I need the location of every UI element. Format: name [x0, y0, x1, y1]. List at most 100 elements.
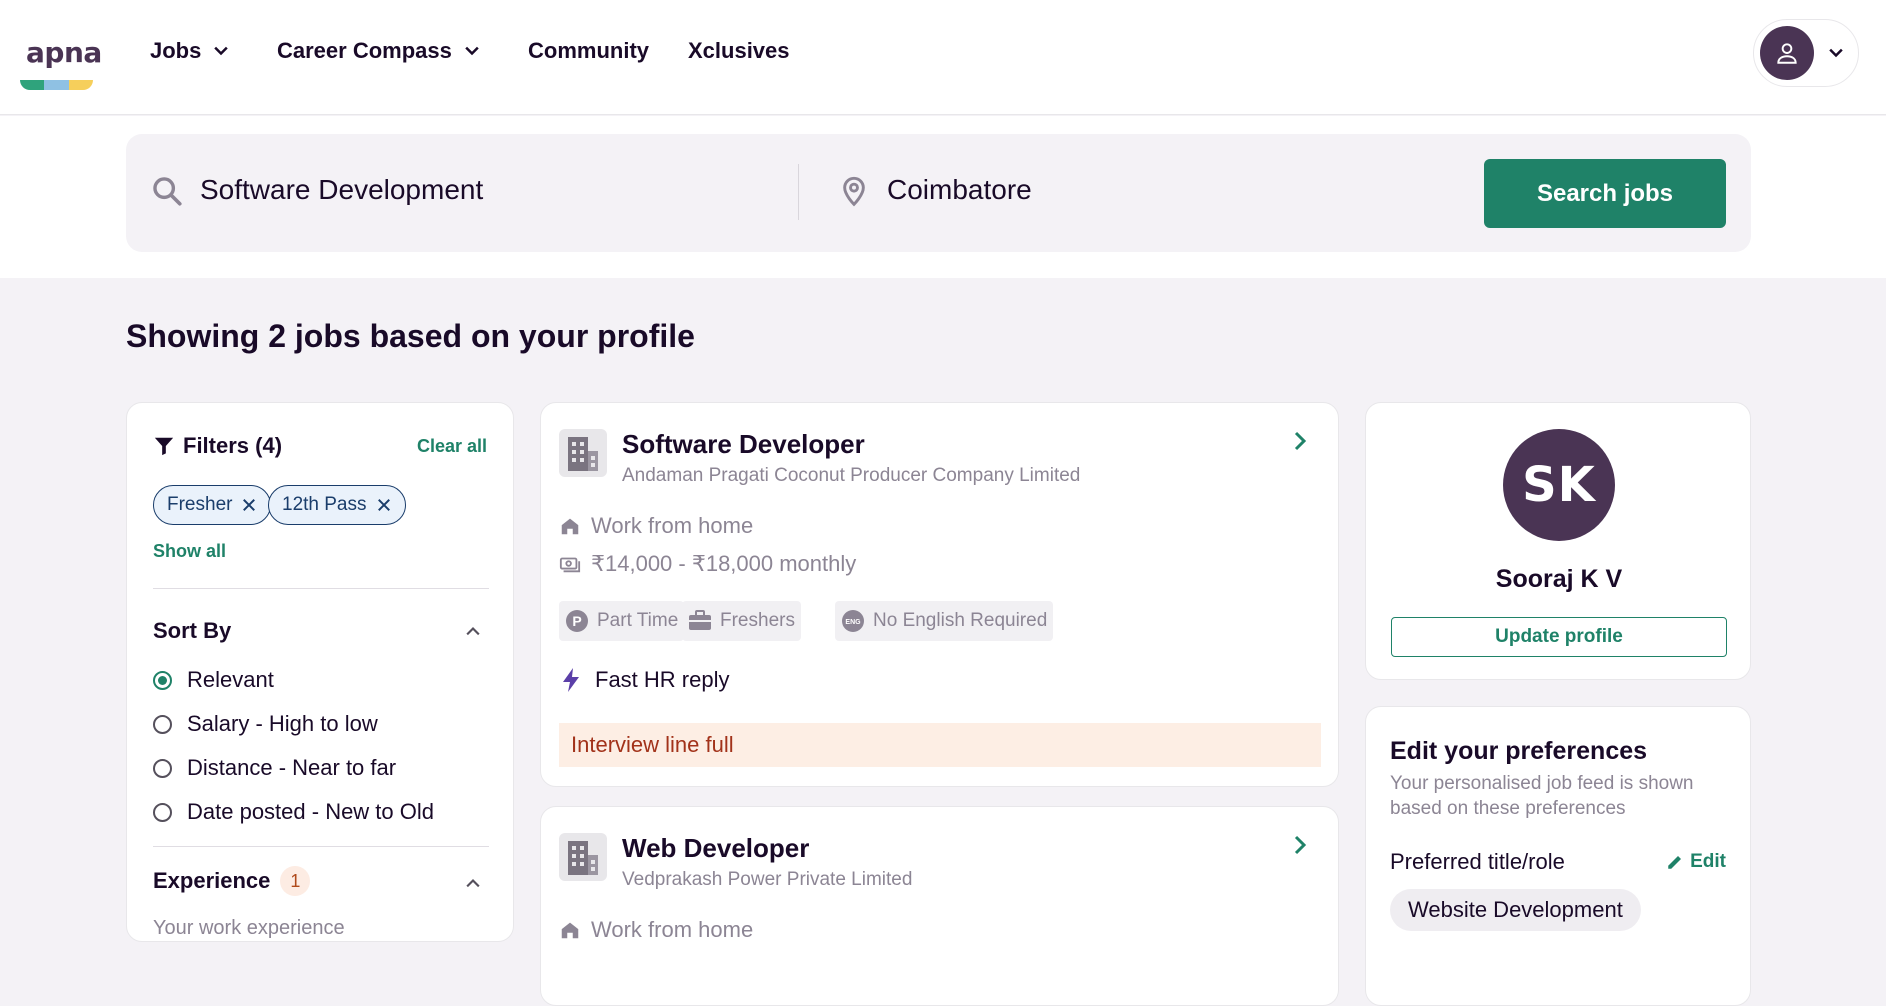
experience-label: Experience [153, 868, 271, 893]
money-icon [559, 557, 581, 573]
job-company: Andaman Pragati Coconut Producer Company… [622, 465, 1081, 486]
preferred-role-chip[interactable]: Website Development [1390, 889, 1641, 931]
job-tag-part-time: P Part Time [559, 601, 685, 641]
chevron-up-icon[interactable] [463, 621, 483, 641]
nav-community[interactable]: Community [528, 38, 649, 64]
sort-option-salary[interactable]: Salary - High to low [153, 711, 378, 737]
logo-text: apna [26, 36, 102, 69]
sort-option-label: Date posted - New to Old [187, 799, 435, 824]
company-logo [559, 833, 607, 881]
fast-hr-reply-label: Fast HR reply [595, 667, 730, 692]
radio-button[interactable] [153, 714, 172, 734]
nav-xclusives-label: Xclusives [688, 38, 790, 63]
nav-community-label: Community [528, 38, 649, 63]
profile-name: Sooraj K V [1495, 565, 1623, 593]
location-input[interactable] [887, 174, 1317, 206]
building-icon [568, 841, 598, 875]
filter-chip-fresher[interactable]: Fresher [153, 485, 272, 525]
profile-menu-button[interactable] [1753, 19, 1859, 87]
filter-chip-label: 12th Pass [282, 494, 367, 515]
fast-hr-reply: Fast HR reply [561, 667, 729, 693]
job-tag-label: No English Required [873, 610, 1048, 631]
experience-subtitle: Your work experience [153, 917, 345, 939]
briefcase-icon [689, 610, 711, 630]
logo-color-bar [20, 80, 93, 90]
edit-preferences-button[interactable]: Edit [1666, 851, 1726, 873]
chevron-right-icon[interactable] [1288, 833, 1312, 857]
search-icon [153, 177, 182, 206]
job-card[interactable]: Software Developer Andaman Pragati Cocon… [540, 402, 1339, 787]
chevron-up-icon[interactable] [463, 873, 483, 893]
job-company: Vedprakash Power Private Limited [622, 869, 913, 890]
experience-count-badge: 1 [280, 866, 311, 896]
job-tag-no-english: ENG No English Required [835, 601, 1054, 641]
svg-text:ENG: ENG [845, 619, 861, 626]
filter-chip-12th-pass[interactable]: 12th Pass [268, 485, 406, 525]
show-all-link[interactable]: Show all [153, 541, 226, 562]
company-logo [559, 429, 607, 477]
job-work-mode-label: Work from home [591, 513, 754, 538]
results-heading: Showing 2 jobs based on your profile [126, 318, 695, 354]
close-icon[interactable] [375, 496, 393, 514]
job-work-mode: Work from home [559, 513, 753, 539]
nav-career-compass[interactable]: Career Compass [277, 38, 482, 64]
job-work-mode: Work from home [559, 917, 753, 943]
radio-button[interactable] [153, 802, 172, 822]
svg-text:P: P [572, 613, 581, 629]
preferences-subtitle: Your personalised job feed is shown base… [1390, 773, 1694, 819]
chevron-right-icon[interactable] [1288, 429, 1312, 453]
edit-label: Edit [1690, 851, 1726, 872]
divider [153, 846, 489, 847]
preferences-title: Edit your preferences [1390, 737, 1648, 765]
clear-all-link[interactable]: Clear all [417, 436, 487, 457]
nav-jobs[interactable]: Jobs [150, 38, 231, 64]
chevron-down-icon [465, 46, 479, 56]
sort-option-label: Salary - High to low [187, 711, 378, 736]
job-salary: ₹14,000 - ₹18,000 monthly [559, 551, 856, 577]
home-icon [561, 922, 579, 939]
chevron-down-icon [1829, 48, 1843, 58]
preferences-card: Edit your preferences Your personalised … [1365, 706, 1751, 1006]
filters-title: Filters (4) [153, 433, 282, 459]
chevron-down-icon [214, 46, 229, 56]
search-section: Search jobs [0, 116, 1886, 278]
job-tag-label: Freshers [720, 610, 795, 631]
avatar [1760, 26, 1814, 80]
job-title[interactable]: Software Developer [622, 429, 865, 460]
radio-button[interactable] [153, 670, 172, 690]
search-bar: Search jobs [126, 134, 1751, 252]
nav-jobs-label: Jobs [150, 38, 202, 63]
experience-title: Experience 1 [153, 866, 311, 896]
search-divider [798, 164, 799, 220]
pencil-icon [1668, 856, 1682, 869]
profile-card: SK Sooraj K V Update profile [1365, 402, 1751, 680]
apna-logo[interactable]: apna [20, 36, 102, 91]
filter-icon [154, 437, 174, 456]
sort-option-label: Relevant [187, 667, 274, 692]
nav-xclusives[interactable]: Xclusives [688, 38, 790, 64]
english-icon: ENG [842, 610, 864, 632]
avatar: SK [1503, 429, 1615, 541]
user-icon [1777, 43, 1797, 64]
job-salary-label: ₹14,000 - ₹18,000 monthly [591, 551, 857, 576]
sort-option-relevant[interactable]: Relevant [153, 667, 274, 693]
job-title[interactable]: Web Developer [622, 833, 809, 864]
close-icon[interactable] [240, 496, 258, 514]
home-icon [561, 518, 579, 535]
parking-p-icon: P [566, 610, 588, 632]
filters-title-label: Filters (4) [183, 433, 283, 458]
job-tag-freshers: Freshers [682, 601, 801, 641]
lightning-icon [563, 668, 579, 692]
sort-option-label: Distance - Near to far [187, 755, 397, 780]
job-work-mode-label: Work from home [591, 917, 754, 942]
nav-career-compass-label: Career Compass [277, 38, 452, 63]
radio-button[interactable] [153, 758, 172, 778]
search-jobs-button[interactable]: Search jobs [1484, 159, 1726, 228]
update-profile-button[interactable]: Update profile [1391, 617, 1727, 657]
filters-panel: Filters (4) Clear all Fresher 12th Pass … [126, 402, 514, 942]
job-card[interactable]: Web Developer Vedprakash Power Private L… [540, 806, 1339, 1006]
search-input[interactable] [200, 174, 780, 206]
sort-option-date-posted[interactable]: Date posted - New to Old [153, 799, 434, 825]
sort-option-distance[interactable]: Distance - Near to far [153, 755, 396, 781]
top-navbar: apna Jobs Career Compass Community Xclus… [0, 0, 1886, 115]
